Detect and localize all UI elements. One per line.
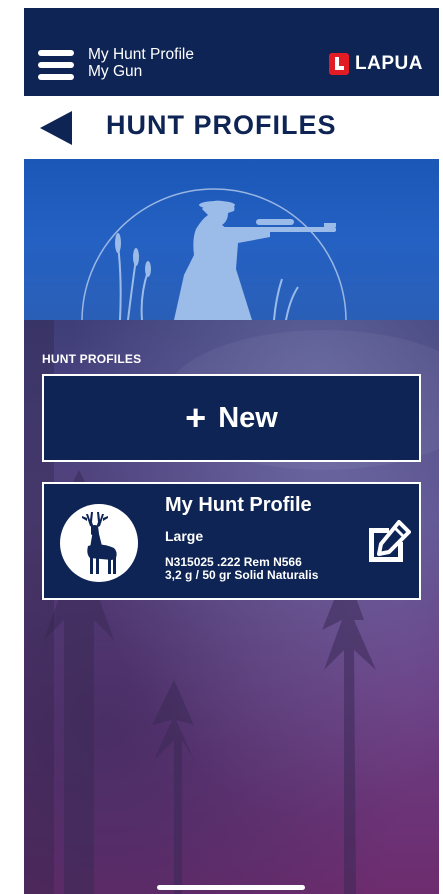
profile-size: Large: [165, 528, 204, 544]
hunter-aiming-rifle-illustration: [81, 188, 347, 320]
ammo-line-2: 3,2 g / 50 gr Solid Naturalis: [165, 568, 319, 582]
hero-banner: [24, 159, 439, 320]
section-label: HUNT PROFILES: [42, 352, 142, 366]
brand-name: LAPUA: [355, 53, 423, 74]
page-title: HUNT PROFILES: [106, 110, 337, 140]
hunt-profile-card[interactable]: My Hunt Profile Large N315025 .222 Rem N…: [42, 482, 421, 600]
new-profile-label: New: [218, 401, 278, 434]
back-arrow-icon[interactable]: [40, 111, 74, 145]
edit-icon[interactable]: [365, 520, 411, 566]
active-profile-name: My Hunt Profile: [88, 46, 194, 63]
profile-ammo: N315025 .222 Rem N566 3,2 g / 50 gr Soli…: [165, 556, 318, 582]
profile-name: My Hunt Profile: [165, 494, 312, 516]
home-indicator[interactable]: [157, 885, 305, 890]
plus-icon: +: [185, 397, 207, 438]
deer-icon: [60, 504, 138, 582]
active-profile-info[interactable]: My Hunt Profile My Gun: [88, 46, 194, 80]
brand-logo: LAPUA: [329, 52, 423, 76]
hamburger-menu-icon[interactable]: [38, 50, 74, 80]
title-bar: HUNT PROFILES: [24, 96, 439, 159]
active-gun-name: My Gun: [88, 63, 143, 80]
app-header: My Hunt Profile My Gun LAPUA: [24, 8, 439, 96]
app-screen: My Hunt Profile My Gun LAPUA HUNT PROFIL…: [24, 8, 439, 894]
new-profile-button[interactable]: + New: [42, 374, 421, 462]
lapua-logo-icon: [329, 53, 350, 75]
